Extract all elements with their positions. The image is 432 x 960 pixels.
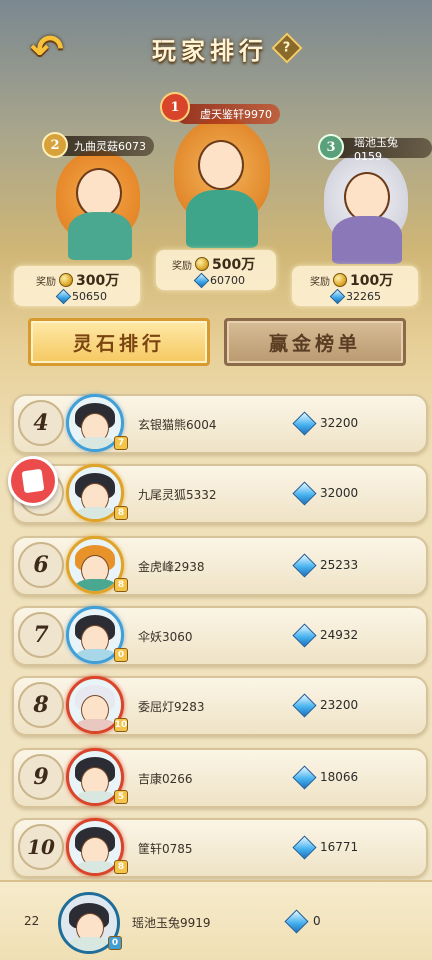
player-name: 伞妖3060 [138, 630, 193, 644]
reward-label: 奖励 [310, 276, 330, 288]
gem-icon [292, 623, 317, 648]
player-score: 16771 [320, 840, 359, 854]
rank-number: 8 [18, 682, 64, 728]
help-icon: ? [283, 40, 291, 56]
reward-gem-amount: 50650 [72, 290, 107, 303]
level-tag: 8 [114, 578, 128, 592]
reward-label: 奖励 [36, 276, 56, 288]
coin-icon [333, 273, 347, 287]
my-rank-row: 22 0 瑶池玉兔9919 0 [0, 880, 432, 960]
player-score: 23200 [320, 698, 359, 712]
level-tag: 7 [114, 436, 128, 450]
rank-number: 9 [18, 754, 64, 800]
back-button[interactable]: ↶ [22, 27, 72, 73]
gem-icon [329, 288, 346, 305]
my-player-name: 瑶池玉兔9919 [132, 916, 211, 930]
gem-icon [292, 765, 317, 790]
list-item[interactable]: 6 8 金虎峰2938 25233 [12, 536, 428, 596]
rank-number: 6 [18, 542, 64, 588]
podium-2-reward: 奖励 300万 50650 [14, 266, 140, 306]
player-score: 25233 [320, 558, 359, 572]
coin-icon [195, 257, 209, 271]
podium-1-character [168, 118, 276, 248]
level-tag: 8 [114, 506, 128, 520]
page-header: 玩家排行 ? [140, 28, 310, 68]
gem-icon [292, 411, 317, 436]
level-tag: 5 [114, 790, 128, 804]
player-name: 九尾灵狐5332 [138, 488, 217, 502]
reward-coin-amount: 300万 [76, 273, 120, 289]
gem-icon [292, 481, 317, 506]
rank-number: 4 [18, 400, 64, 446]
rank-number: 7 [18, 612, 64, 658]
gem-icon [292, 835, 317, 860]
podium-3-name: 瑶池玉兔0159 [330, 136, 432, 163]
podium-1-rank-badge: 1 [160, 92, 190, 122]
list-item[interactable]: 9 5 吉康0266 18066 [12, 748, 428, 808]
podium-3-reward: 奖励 100万 32265 [292, 266, 418, 306]
podium-2-character [48, 150, 148, 260]
tab-gold-ranking[interactable]: 赢金榜单 [224, 318, 406, 366]
reward-gem-amount: 60700 [210, 274, 245, 287]
reward-coin-amount: 500万 [212, 257, 256, 273]
player-score: 32000 [320, 486, 359, 500]
gem-icon [55, 288, 72, 305]
player-name: 吉康0266 [138, 772, 193, 786]
level-tag: 8 [114, 860, 128, 874]
list-item[interactable]: 4 7 玄银猫熊6004 32200 [12, 394, 428, 454]
podium-2-rank-badge: 2 [42, 132, 68, 158]
player-name: 玄银猫熊6004 [138, 418, 217, 432]
level-tag: 0 [114, 648, 128, 662]
list-item[interactable]: 5 8 九尾灵狐5332 32000 [12, 464, 428, 524]
gem-icon [193, 272, 210, 289]
my-level-tag: 0 [108, 936, 122, 950]
floating-task-button[interactable] [8, 456, 58, 506]
list-item[interactable]: 8 10 委屈灯9283 23200 [12, 676, 428, 736]
gem-icon [292, 553, 317, 578]
my-rank-number: 22 [24, 914, 40, 928]
my-player-score: 0 [313, 914, 321, 928]
player-name: 筐轩0785 [138, 842, 193, 856]
document-icon [21, 468, 45, 494]
list-item[interactable]: 7 0 伞妖3060 24932 [12, 606, 428, 666]
player-score: 24932 [320, 628, 359, 642]
reward-coin-amount: 100万 [350, 273, 394, 289]
player-score: 32200 [320, 416, 359, 430]
reward-label: 奖励 [172, 260, 192, 272]
list-item[interactable]: 10 8 筐轩0785 16771 [12, 818, 428, 878]
coin-icon [59, 273, 73, 287]
player-score: 18066 [320, 770, 359, 784]
reward-gem-amount: 32265 [346, 290, 381, 303]
player-name: 委屈灯9283 [138, 700, 205, 714]
gem-icon [292, 693, 317, 718]
podium-3-character [316, 152, 416, 264]
tab-spirit-stone-ranking[interactable]: 灵石排行 [28, 318, 210, 366]
back-arrow-icon: ↶ [30, 27, 64, 73]
page-title: 玩家排行 [152, 35, 268, 65]
rank-number: 10 [18, 824, 64, 870]
gem-icon [284, 909, 309, 934]
podium-1-name: 虚天鉴轩9970 [176, 104, 280, 124]
player-name: 金虎峰2938 [138, 560, 205, 574]
level-tag: 10 [114, 718, 128, 732]
podium-3-rank-badge: 3 [318, 134, 344, 160]
help-button[interactable]: ? [271, 32, 303, 64]
podium-1-reward: 奖励 500万 60700 [156, 250, 276, 290]
